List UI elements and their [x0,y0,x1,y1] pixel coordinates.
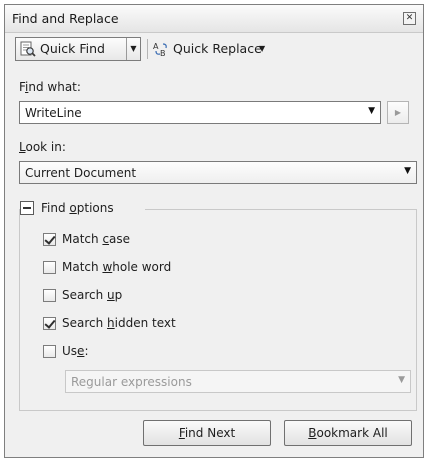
match-case-label[interactable]: Match case [62,232,130,246]
quick-replace-icon: A B [153,42,167,57]
use-label[interactable]: Use: [62,344,88,358]
search-up-label[interactable]: Search up [62,288,122,302]
svg-text:A: A [153,42,159,51]
look-in-dropdown-icon[interactable]: ▼ [404,166,411,176]
use-type-combobox[interactable]: Regular expressions ▼ [65,370,411,393]
look-in-combobox[interactable]: Current Document ▼ [19,161,417,184]
toolbar-divider [147,39,148,59]
bookmark-all-button[interactable]: Bookmark All [284,420,412,446]
quick-replace-label: Quick Replace [173,41,262,56]
use-checkbox[interactable] [43,345,56,358]
match-case-checkbox[interactable] [43,233,56,246]
look-in-value: Current Document [25,166,137,180]
quick-find-split-button: Quick Find ▼ [15,37,141,61]
search-up-checkbox[interactable] [43,289,56,302]
find-what-value: WriteLine [25,106,82,120]
quick-find-dropdown-icon[interactable]: ▼ [127,38,140,60]
mode-toolbar: Quick Find ▼ A B Quick Replace ▼ [11,35,417,63]
expand-arrow-button[interactable]: ▶ [387,101,409,124]
find-options-header: Find options [41,201,114,215]
quick-find-button[interactable]: Quick Find [16,38,126,60]
close-icon[interactable]: ✕ [403,12,416,25]
search-hidden-text-checkbox[interactable] [43,317,56,330]
find-what-dropdown-icon[interactable]: ▼ [368,106,375,116]
quick-replace-dropdown-icon[interactable]: ▼ [259,37,265,61]
match-whole-word-checkbox[interactable] [43,261,56,274]
search-hidden-text-label[interactable]: Search hidden text [62,316,176,330]
find-what-combobox[interactable]: WriteLine ▼ [19,101,381,124]
svg-text:B: B [160,49,166,57]
find-what-label: Find what: [19,80,81,94]
quick-find-icon [20,41,36,57]
quick-replace-button[interactable]: A B Quick Replace ▼ [153,37,273,61]
find-options-divider [145,209,417,210]
find-next-button[interactable]: Find Next [143,420,271,446]
find-replace-window: Find and Replace ✕ Quick Find ▼ A B Quic… [4,4,424,458]
window-title: Find and Replace [12,11,119,26]
collapse-options-icon[interactable] [20,201,34,215]
title-bar: Find and Replace ✕ [5,5,423,33]
match-whole-word-label[interactable]: Match whole word [62,260,171,274]
use-type-value: Regular expressions [71,375,192,389]
quick-find-label: Quick Find [40,41,105,56]
look-in-label: Look in: [19,140,66,154]
use-type-dropdown-icon[interactable]: ▼ [398,375,405,385]
